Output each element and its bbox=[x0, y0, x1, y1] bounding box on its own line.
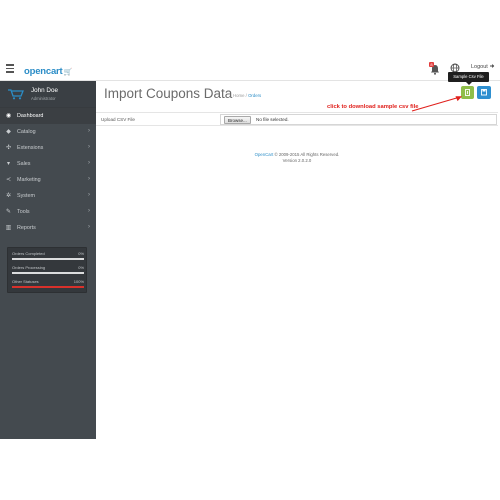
stat-value: 100% bbox=[73, 279, 84, 284]
annotation-note: click to download sample csv file bbox=[327, 104, 419, 110]
share-icon: ≺ bbox=[5, 177, 12, 183]
sign-out-icon bbox=[490, 64, 495, 68]
progress-fill bbox=[12, 286, 84, 288]
logo-text: opencart bbox=[24, 66, 63, 77]
upload-csv-row: Upload CSV File Browse... No file select… bbox=[96, 112, 498, 126]
csv-file-input[interactable]: Browse... No file selected. bbox=[220, 114, 497, 125]
sidebar-item-label: Marketing bbox=[17, 176, 41, 183]
notification-badge: 8 bbox=[429, 62, 434, 67]
sidebar-item-label: Catalog bbox=[17, 128, 36, 135]
sidebar-item-system[interactable]: ✲ System › bbox=[0, 188, 96, 204]
save-button[interactable] bbox=[477, 86, 491, 99]
chevron-right-icon: › bbox=[88, 160, 90, 166]
user-profile: John Doe Administrator bbox=[0, 81, 96, 108]
opencart-cart-avatar-icon[interactable] bbox=[7, 88, 24, 100]
upload-csv-label: Upload CSV File bbox=[101, 117, 135, 122]
bar-chart-icon: ▥ bbox=[5, 225, 12, 231]
footer-copyright: © 2009-2015 All Rights Reserved. bbox=[274, 152, 340, 157]
page-title: Import Coupons Data bbox=[104, 86, 233, 101]
chevron-right-icon: › bbox=[88, 224, 90, 230]
chevron-right-icon: › bbox=[88, 128, 90, 134]
progress-bar bbox=[12, 286, 84, 288]
breadcrumb: Home / Orders bbox=[233, 93, 261, 98]
sidebar-item-label: Sales bbox=[17, 160, 31, 167]
sidebar-item-sales[interactable]: ▾ Sales › bbox=[0, 156, 96, 172]
opencart-logo[interactable]: opencart🛒 bbox=[24, 61, 73, 77]
stat-orders-processing: Orders Processing 0% bbox=[12, 265, 84, 277]
chevron-right-icon: › bbox=[88, 176, 90, 182]
progress-fill bbox=[12, 272, 84, 274]
stat-other-statuses: Other Statuses 100% bbox=[12, 279, 84, 291]
sidebar-item-label: Tools bbox=[17, 208, 30, 215]
profile-name: John Doe bbox=[31, 87, 58, 94]
stat-label: Other Statuses bbox=[12, 279, 39, 284]
progress-fill bbox=[12, 258, 84, 260]
breadcrumb-home-link[interactable]: Home bbox=[233, 93, 244, 98]
chevron-right-icon: › bbox=[88, 144, 90, 150]
page-footer: OpenCart © 2009-2015 All Rights Reserved… bbox=[96, 152, 498, 164]
cart-icon: ▾ bbox=[6, 161, 10, 167]
sidebar-item-extensions[interactable]: ✣ Extensions › bbox=[0, 140, 96, 156]
profile-role: Administrator bbox=[31, 96, 56, 101]
stat-orders-completed: Orders Completed 0% bbox=[12, 251, 84, 263]
stat-label: Orders Processing bbox=[12, 265, 46, 270]
sidebar-item-reports[interactable]: ▥ Reports › bbox=[0, 220, 96, 236]
logout-link[interactable]: Logout bbox=[471, 63, 495, 70]
sidebar-item-catalog[interactable]: ◆ Catalog › bbox=[0, 124, 96, 140]
sidebar-item-label: Reports bbox=[17, 224, 36, 231]
wrench-icon: ✎ bbox=[5, 209, 12, 215]
gear-icon: ✲ bbox=[5, 193, 12, 199]
cart-icon: 🛒 bbox=[63, 69, 73, 76]
menu-toggle-icon[interactable] bbox=[6, 64, 14, 73]
save-icon bbox=[481, 89, 487, 96]
breadcrumb-orders-link[interactable]: Orders bbox=[248, 93, 261, 98]
progress-bar bbox=[12, 258, 84, 260]
stat-label: Orders Completed bbox=[12, 251, 45, 256]
sidebar-item-marketing[interactable]: ≺ Marketing › bbox=[0, 172, 96, 188]
footer-version: Version 2.0.2.0 bbox=[282, 158, 312, 163]
order-stats-panel: Orders Completed 0% Orders Processing 0%… bbox=[7, 247, 87, 293]
sidebar: John Doe Administrator ◉ Dashboard ◆ Cat… bbox=[0, 81, 96, 439]
app-window: opencart🛒 8 Logout John Doe Administrato… bbox=[0, 0, 500, 500]
stat-value: 0% bbox=[78, 251, 84, 256]
sidebar-item-dashboard[interactable]: ◉ Dashboard bbox=[0, 108, 96, 124]
chevron-right-icon: › bbox=[88, 192, 90, 198]
chevron-right-icon: › bbox=[88, 208, 90, 214]
stat-value: 0% bbox=[78, 265, 84, 270]
top-header: opencart🛒 8 Logout bbox=[0, 57, 500, 81]
sidebar-item-label: Extensions bbox=[17, 144, 44, 151]
sidebar-item-tools[interactable]: ✎ Tools › bbox=[0, 204, 96, 220]
sample-csv-tooltip: Sample Csv File bbox=[448, 72, 489, 85]
logout-label: Logout bbox=[471, 64, 488, 70]
notification-bell[interactable]: 8 bbox=[429, 62, 441, 76]
puzzle-icon: ✣ bbox=[5, 145, 12, 151]
sidebar-item-label: System bbox=[17, 192, 35, 199]
tag-icon: ◆ bbox=[6, 129, 11, 135]
dashboard-icon: ◉ bbox=[5, 113, 12, 119]
progress-bar bbox=[12, 272, 84, 274]
browse-button[interactable]: Browse... bbox=[224, 116, 251, 124]
file-status-text: No file selected. bbox=[256, 117, 289, 122]
footer-brand-link[interactable]: OpenCart bbox=[255, 152, 274, 157]
sidebar-item-label: Dashboard bbox=[17, 112, 44, 119]
